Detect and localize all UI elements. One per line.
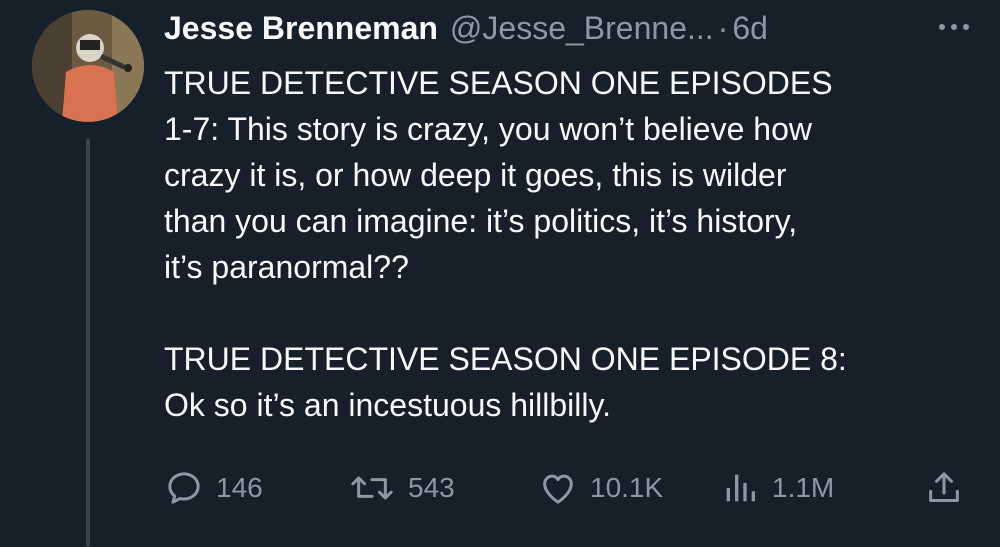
author-handle[interactable]: @Jesse_Brenne...: [450, 8, 714, 48]
action-bar: 146 543 10.1K 1.1M: [164, 466, 974, 510]
retweet-button[interactable]: 543: [348, 466, 455, 510]
heart-icon: [543, 474, 573, 504]
share-upload-icon: [929, 472, 959, 502]
like-button[interactable]: 10.1K: [538, 466, 663, 510]
avatar[interactable]: [32, 10, 144, 122]
views-count: 1.1M: [772, 472, 835, 503]
separator: ·: [717, 10, 729, 46]
views-bars-icon: [726, 474, 755, 502]
reply-bubble-icon: [168, 472, 200, 504]
avatar-photo: [32, 10, 144, 122]
retweet-icon: [351, 476, 393, 500]
tweet-text: TRUE DETECTIVE SEASON ONE EPISODES 1-7: …: [164, 65, 847, 423]
retweet-count: 543: [408, 472, 455, 503]
share-button[interactable]: [924, 466, 964, 510]
like-count: 10.1K: [590, 472, 664, 503]
reply-count: 146: [216, 472, 263, 503]
timestamp[interactable]: 6d: [732, 8, 768, 48]
views-button[interactable]: 1.1M: [720, 466, 834, 510]
author-name[interactable]: Jesse Brenneman: [164, 8, 438, 48]
more-dots-icon[interactable]: [932, 10, 976, 44]
thread-line: [86, 138, 90, 547]
reply-button[interactable]: 146: [164, 466, 263, 510]
tweet-header: Jesse Brenneman @Jesse_Brenne... · 6d: [164, 8, 768, 48]
